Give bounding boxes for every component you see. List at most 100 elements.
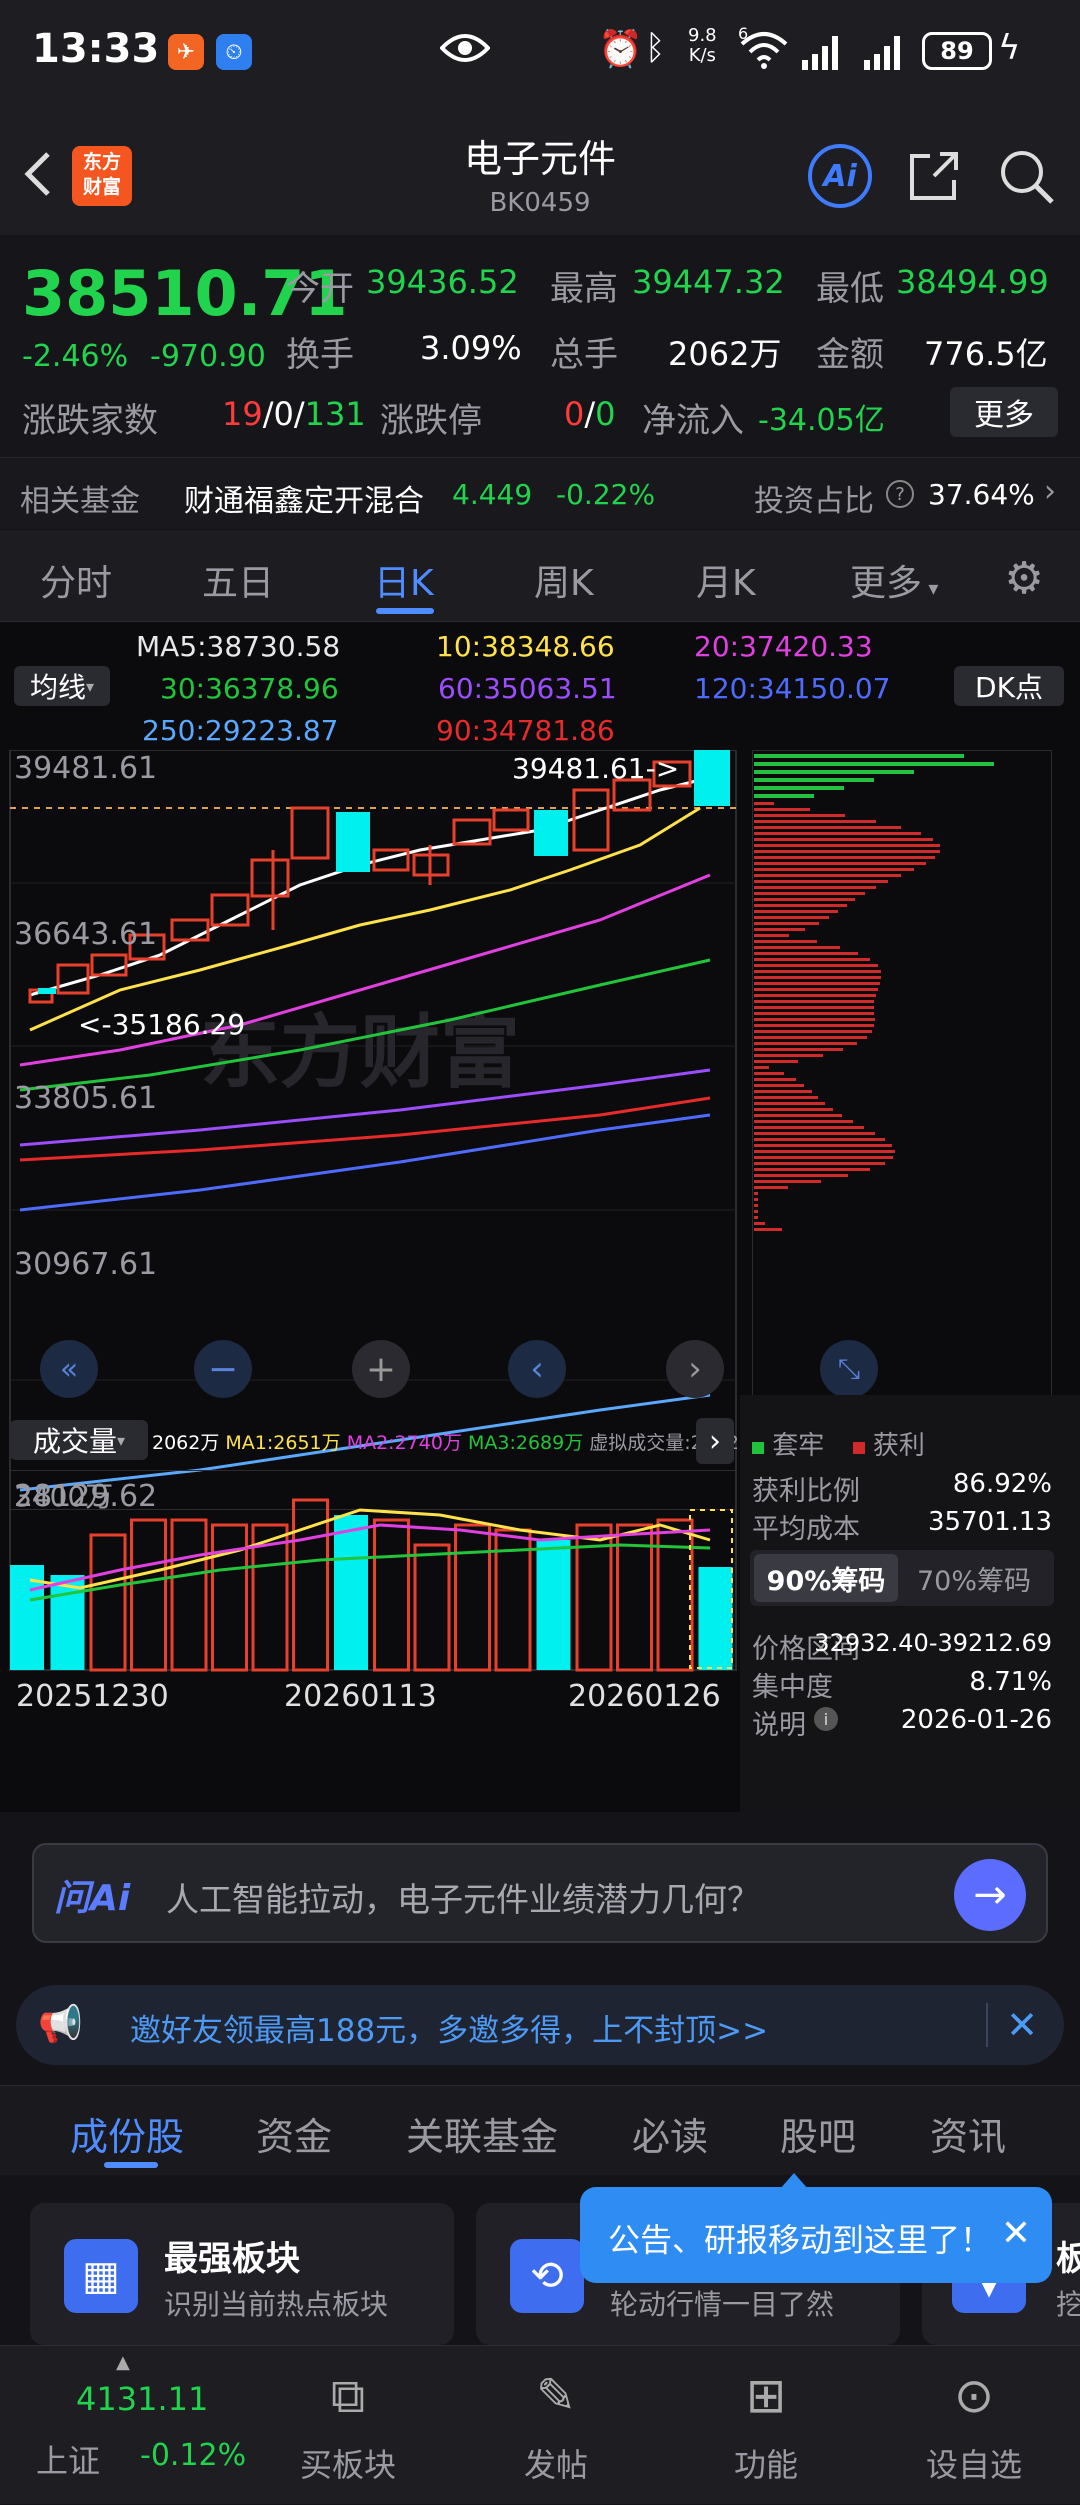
back-button[interactable] [18,148,58,200]
eastmoney-logo: 东方 财富 [72,146,132,206]
tab-more[interactable]: 更多 ▾ [850,554,938,606]
amount-value: 776.5亿 [924,335,1048,373]
related-fund-row[interactable]: 相关基金 财通福鑫定开混合 4.449 -0.22% 投资占比 ? 37.64%… [0,457,1080,529]
index-name[interactable]: 上证 [36,2436,100,2482]
nav-functions[interactable]: ⊞ 功能 [718,2346,814,2505]
chip-bar [754,862,926,865]
tab-month-k[interactable]: 月K [696,554,756,606]
card-strongest-sector[interactable]: ▦ 最强板块 识别当前热点板块 [30,2203,454,2345]
status-time: 13:33 [32,26,160,72]
fund-name: 财通福鑫定开混合 [184,484,424,519]
tab-active-indicator [376,608,434,614]
zoom-out-icon[interactable]: − [194,1340,252,1398]
ai-button[interactable]: Ai [808,144,872,208]
tab-forum[interactable]: 股吧 [780,2106,856,2161]
tab-news[interactable]: 资讯 [930,2106,1006,2161]
chip-bar [754,1024,874,1027]
more-button[interactable]: 更多 [950,387,1058,437]
tab-timeshare[interactable]: 分时 [40,554,112,606]
chip-bar [754,802,774,805]
concentration: 8.71% [969,1667,1052,1697]
rotation-icon: ⟲ [510,2239,584,2313]
info-icon[interactable]: i [814,1707,838,1731]
expand-icon[interactable]: ⤡ [820,1340,878,1398]
open-label: 今开 [286,269,354,309]
megaphone-icon: 📢 [38,2004,83,2045]
chevron-right-icon: › [1044,474,1056,509]
high-marker: 39481.61-> [512,752,679,785]
zoom-in-icon[interactable]: + [352,1340,410,1398]
nav-label: 设自选 [926,2446,1023,2484]
tab-70-chips[interactable]: 70%筹码 [902,1554,1046,1602]
chip-bar [754,958,870,961]
share-icon[interactable] [906,148,962,204]
send-arrow-icon[interactable]: → [954,1859,1026,1931]
chip-bar [754,826,901,829]
volume-bar [89,1533,127,1672]
ma-mode-dropdown[interactable]: 均线 ▾ [14,666,110,706]
ma30-legend: 30:36378.96 [160,672,339,705]
card-desc: 轮动行情一目了然 [610,2288,835,2321]
ma10-legend: 10:38348.66 [436,630,615,663]
caret-up-icon: ▲ [116,2352,130,2373]
chip-bar [754,1126,864,1129]
banner-text: 邀好友领最高188元，多邀多得，上不封顶>> [130,2013,769,2049]
search-icon[interactable] [998,148,1056,206]
chip-bar [754,1138,885,1141]
chip-bar [754,928,805,931]
tab-must-read[interactable]: 必读 [632,2106,708,2161]
nav-buy-sector[interactable]: ⧉ 买板块 [300,2346,396,2505]
chip-bar [754,934,789,937]
ask-ai-bar[interactable]: 问Ai 人工智能拉动，电子元件业绩潜力几何？ → [32,1843,1048,1943]
tab-90-chips[interactable]: 90%筹码 [754,1554,898,1602]
settings-gear-icon[interactable]: ⚙ [998,552,1050,604]
chip-bar [754,838,933,841]
chip-bar [754,1090,812,1093]
chip-bar [754,868,914,871]
grid-icon: ⊞ [745,2368,787,2424]
date-label: 20260126 [568,1679,721,1712]
close-icon[interactable]: ✕ [996,1999,1048,2051]
volume-bar [334,1515,368,1670]
tab-related-funds[interactable]: 关联基金 [406,2106,558,2161]
dk-point-button[interactable]: DK点 [954,666,1064,706]
chip-bar [754,1144,892,1147]
chip-bar [754,994,876,997]
tab-week-k[interactable]: 周K [534,554,594,606]
invite-banner[interactable]: 📢 邀好友领最高188元，多邀多得，上不封顶>> ✕ [16,1985,1064,2065]
chip-bar [754,814,845,817]
ma60-legend: 60:35063.51 [438,672,617,705]
note-label: 说明 [752,1710,806,1741]
tooltip-close-icon[interactable]: ✕ [990,2207,1042,2259]
chip-bar [754,886,876,889]
chip-distribution-chart [752,750,1052,1410]
help-icon[interactable]: ? [886,480,914,508]
chip-bar [754,1102,825,1105]
volume-bar [536,1540,571,1670]
index-pct[interactable]: -0.12% [140,2438,246,2473]
tab-constituents[interactable]: 成份股 [70,2106,184,2161]
relocation-tooltip: 公告、研报移动到这里了！ ✕ [580,2173,1052,2283]
scroll-right-icon[interactable]: › [666,1340,724,1398]
scroll-left-icon[interactable]: ‹ [508,1340,566,1398]
chip-bar [754,1162,885,1165]
content-tabs: 成份股 资金 关联基金 必读 股吧 资讯 [0,2085,1080,2175]
nav-add-watchlist[interactable]: ⊙ 设自选 [926,2346,1022,2505]
nav-post[interactable]: ✎ 发帖 [508,2346,604,2505]
volume-bar [130,1518,167,1672]
turnover-label: 换手 [286,335,354,375]
tab-day-k[interactable]: 日K [374,554,434,606]
quote-panel: 38510.71 -2.46% -970.90 今开 39436.52 最高 3… [0,235,1080,457]
volume-expand-button[interactable]: › [696,1418,734,1464]
volume-chart[interactable]: 3400万 20251230 20260113 20260126 [0,1470,740,1712]
low-value: 38494.99 [896,263,1049,301]
volume-mode-dropdown[interactable]: 成交量 ▾ [10,1420,148,1460]
signal-icon-2 [862,34,908,70]
tab-five-day[interactable]: 五日 [202,554,274,606]
y-label: 30967.61 [14,1247,157,1282]
index-value[interactable]: 4131.11 [76,2380,208,2418]
tab-funds-flow[interactable]: 资金 [256,2106,332,2161]
signal-icon-1 [800,34,846,70]
scroll-left-fast-icon[interactable]: « [40,1340,98,1398]
amount-label: 金额 [816,335,884,375]
